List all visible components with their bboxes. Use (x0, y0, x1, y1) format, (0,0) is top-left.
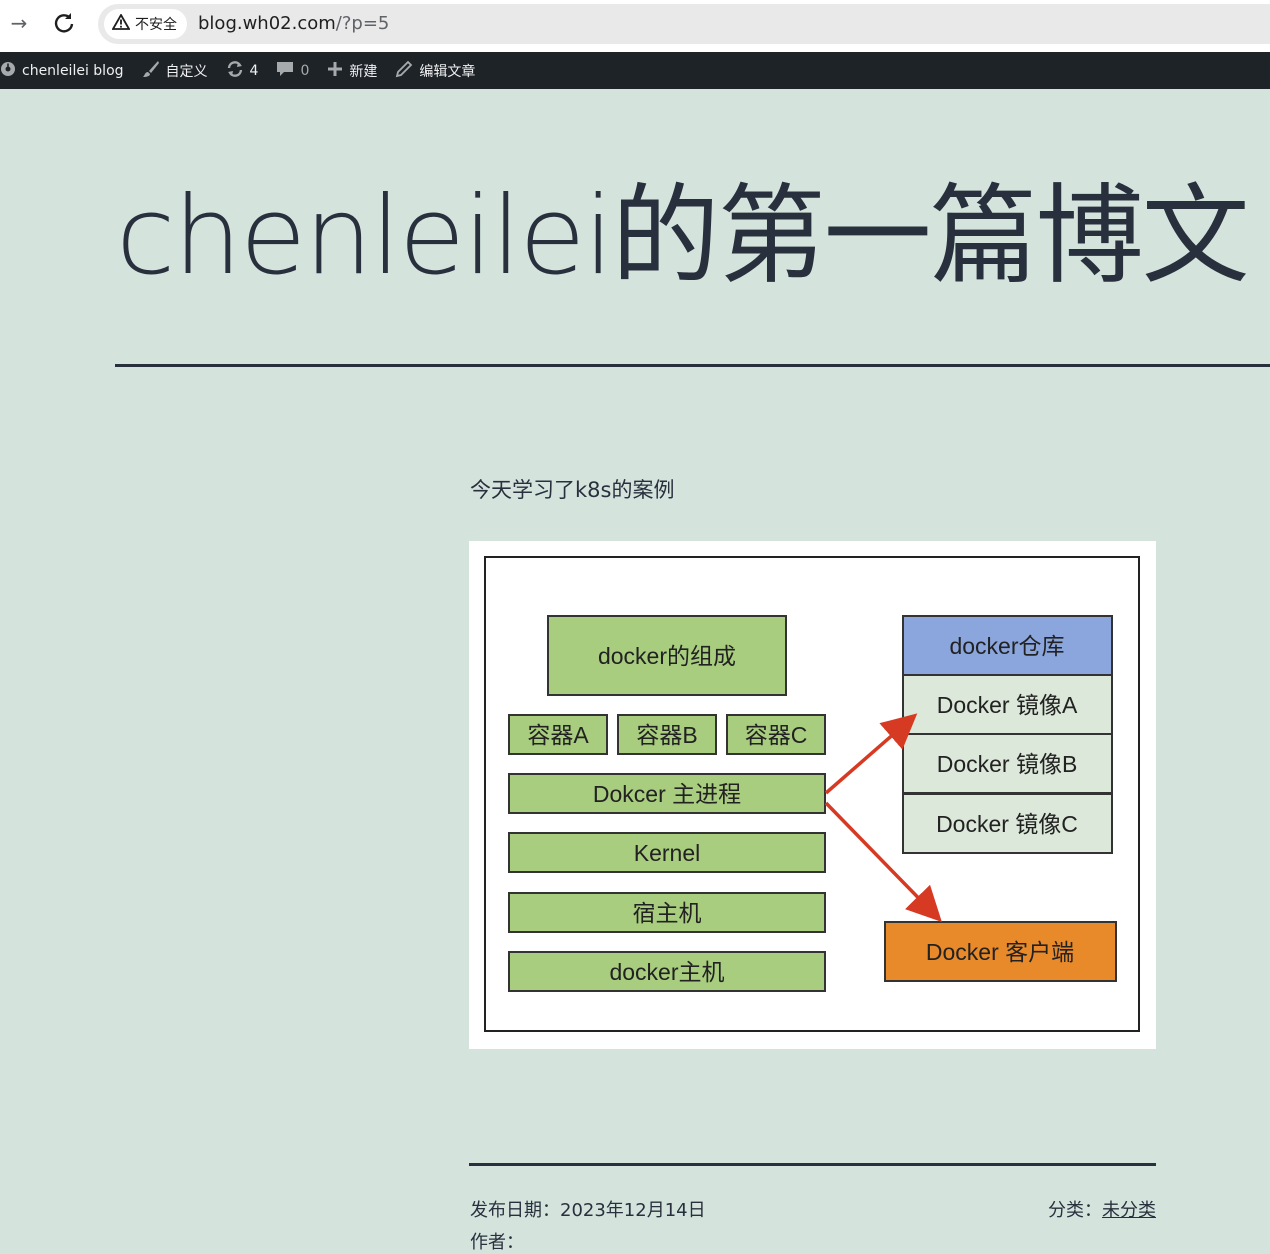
admin-customize-link[interactable]: 自定义 (133, 52, 217, 89)
svg-text:Docker 镜像B: Docker 镜像B (937, 751, 1078, 777)
svg-text:Docker 客户端: Docker 客户端 (926, 939, 1074, 965)
container-c-box: 容器C (726, 714, 826, 755)
warning-icon (111, 13, 131, 34)
image-b-box: Docker 镜像B (902, 733, 1113, 794)
svg-text:docker的组成: docker的组成 (598, 643, 736, 669)
svg-text:容器C: 容器C (745, 722, 808, 748)
comment-icon (276, 60, 294, 82)
registry-header-box: docker仓库 (902, 615, 1113, 676)
author-label: 作者： (470, 1232, 524, 1253)
category-link[interactable]: 未分类 (1102, 1200, 1156, 1221)
brush-icon (142, 60, 160, 82)
kernel-box: Kernel (508, 832, 826, 873)
svg-text:Docker 镜像A: Docker 镜像A (937, 692, 1078, 718)
host-box: 宿主机 (508, 892, 826, 933)
admin-comments-link[interactable]: 0 (267, 52, 318, 89)
security-label: 不安全 (135, 17, 177, 33)
docker-host-box: docker主机 (508, 951, 826, 992)
svg-text:宿主机: 宿主机 (633, 900, 702, 926)
svg-text:Kernel: Kernel (634, 840, 700, 866)
edit-label: 编辑文章 (419, 63, 476, 80)
svg-text:容器A: 容器A (527, 722, 589, 748)
container-a-box: 容器A (508, 714, 608, 755)
browser-toolbar: → 不安全 blog.wh02.com/?p=5 (0, 0, 1270, 52)
main-process-box: Dokcer 主进程 (508, 773, 826, 814)
post-title: chenleilei的第一篇博文 (116, 174, 1250, 299)
svg-text:docker仓库: docker仓库 (949, 633, 1064, 659)
security-chip[interactable]: 不安全 (104, 9, 187, 39)
url-text[interactable]: blog.wh02.com/?p=5 (198, 13, 389, 34)
admin-site-link[interactable]: chenleilei blog (0, 52, 133, 89)
svg-text:docker主机: docker主机 (609, 959, 724, 985)
docker-diagram-figure: docker的组成 容器A 容器B 容器C Dokcer 主进程 Kernel … (469, 541, 1156, 1049)
container-b-box: 容器B (617, 714, 717, 755)
category-meta: 分类：未分类 (1048, 1196, 1156, 1222)
footer-divider (469, 1163, 1156, 1166)
svg-text:Docker 镜像C: Docker 镜像C (936, 811, 1078, 837)
new-label: 新建 (349, 63, 378, 80)
svg-text:Dokcer 主进程: Dokcer 主进程 (593, 781, 741, 807)
customize-label: 自定义 (165, 63, 208, 80)
plus-icon (327, 61, 343, 81)
image-c-box: Docker 镜像C (902, 793, 1113, 854)
comments-count: 0 (300, 62, 310, 79)
refresh-icon (226, 60, 244, 82)
admin-new-link[interactable]: 新建 (318, 52, 386, 89)
published-meta: 发布日期：2023年12月14日 (470, 1196, 706, 1222)
image-a-box: Docker 镜像A (902, 674, 1113, 735)
admin-bar: chenleilei blog 自定义 4 0 新建 编辑文章 (0, 52, 1270, 89)
docker-diagram: docker的组成 容器A 容器B 容器C Dokcer 主进程 Kernel … (484, 556, 1140, 1032)
reload-icon[interactable] (50, 9, 78, 37)
client-box: Docker 客户端 (884, 921, 1117, 982)
admin-updates-link[interactable]: 4 (217, 52, 268, 89)
published-date: 2023年12月14日 (560, 1200, 706, 1221)
site-name: chenleilei blog (22, 62, 124, 79)
forward-icon[interactable]: → (5, 9, 33, 37)
title-divider (115, 364, 1270, 367)
author-meta: 作者： (470, 1228, 524, 1254)
admin-edit-link[interactable]: 编辑文章 (386, 52, 484, 89)
composition-box: docker的组成 (547, 615, 787, 696)
pencil-icon (395, 60, 413, 82)
svg-text:容器B: 容器B (636, 722, 697, 748)
dashboard-icon (0, 61, 16, 81)
address-bar[interactable]: 不安全 blog.wh02.com/?p=5 (98, 4, 1270, 44)
published-label: 发布日期： (470, 1200, 560, 1221)
post-intro: 今天学习了k8s的案例 (470, 478, 675, 502)
category-label: 分类： (1048, 1200, 1102, 1221)
updates-count: 4 (249, 62, 259, 79)
